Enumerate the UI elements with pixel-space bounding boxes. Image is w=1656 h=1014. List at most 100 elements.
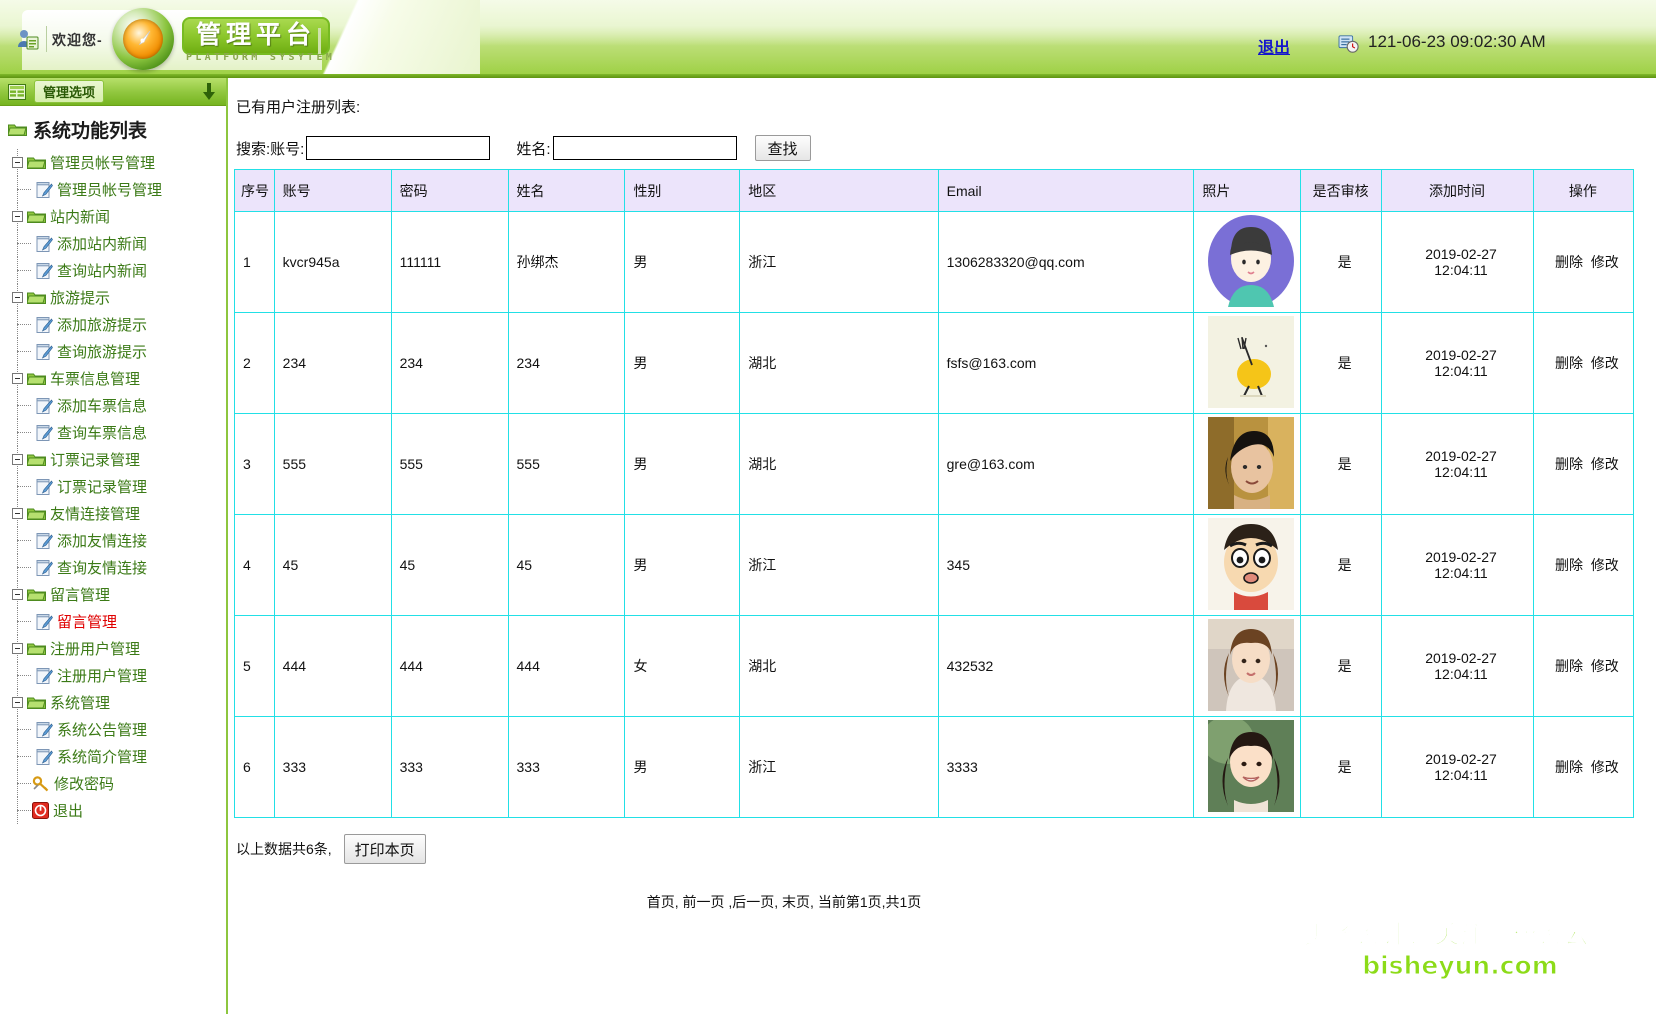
- delete-link[interactable]: 删除: [1555, 456, 1583, 472]
- sidebar-item-label[interactable]: 订票记录管理: [57, 476, 147, 497]
- edit-note-icon: [36, 721, 53, 738]
- added-date: 2019-02-27: [1425, 751, 1497, 767]
- sidebar-item-3-1[interactable]: 查询车票信息: [6, 419, 226, 446]
- expander-icon[interactable]: [12, 292, 23, 303]
- pagination[interactable]: 首页, 前一页 ,后一页, 末页, 当前第1页,共1页: [234, 892, 1334, 912]
- sidebar-group-label[interactable]: 管理员帐号管理: [50, 152, 155, 173]
- sidebar-item-label[interactable]: 系统简介管理: [57, 746, 147, 767]
- sidebar-item-8-0[interactable]: 系统公告管理: [6, 716, 226, 743]
- added-date: 2019-02-27: [1425, 448, 1497, 464]
- sidebar-group-1[interactable]: 站内新闻: [6, 203, 226, 230]
- sidebar-item-8-1[interactable]: 系统简介管理: [6, 743, 226, 770]
- sidebar-group-label[interactable]: 订票记录管理: [50, 449, 140, 470]
- sidebar-item-label[interactable]: 管理员帐号管理: [57, 179, 162, 200]
- added-date: 2019-02-27: [1425, 650, 1497, 666]
- sidebar-group-label[interactable]: 旅游提示: [50, 287, 110, 308]
- sidebar-group-6[interactable]: 留言管理: [6, 581, 226, 608]
- sidebar-group-7[interactable]: 注册用户管理: [6, 635, 226, 662]
- edit-link[interactable]: 修改: [1591, 456, 1619, 472]
- sidebar-item-5-0[interactable]: 添加友情连接: [6, 527, 226, 554]
- sidebar-item-label[interactable]: 添加旅游提示: [57, 314, 147, 335]
- folder-icon: [27, 454, 46, 466]
- edit-note-icon: [36, 397, 53, 414]
- sidebar-group-label[interactable]: 留言管理: [50, 584, 110, 605]
- delete-link[interactable]: 删除: [1555, 254, 1583, 270]
- search-submit-button[interactable]: 查找: [754, 135, 811, 161]
- tree-tick: [17, 810, 31, 811]
- avatar-smiling-woman: [1208, 719, 1295, 812]
- expander-icon[interactable]: [12, 454, 23, 465]
- delete-link[interactable]: 删除: [1555, 658, 1583, 674]
- sidebar-topbar: 管理选项: [0, 78, 226, 106]
- tree-tick: [17, 405, 31, 406]
- sidebar-group-label[interactable]: 系统管理: [50, 692, 110, 713]
- sidebar-footer-item-0[interactable]: 修改密码: [6, 770, 226, 797]
- sidebar-footer-item-label[interactable]: 退出: [53, 800, 83, 821]
- sidebar-item-label[interactable]: 添加友情连接: [57, 530, 147, 551]
- sidebar-item-label[interactable]: 留言管理: [57, 611, 117, 632]
- expander-icon[interactable]: [12, 589, 23, 600]
- delete-link[interactable]: 删除: [1555, 759, 1583, 775]
- cell-operations: 删除 修改: [1532, 514, 1635, 616]
- expander-icon[interactable]: [12, 211, 23, 222]
- sidebar-item-4-0[interactable]: 订票记录管理: [6, 473, 226, 500]
- sidebar-item-label[interactable]: 系统公告管理: [57, 719, 147, 740]
- expander-icon[interactable]: [12, 697, 23, 708]
- sidebar-item-6-0[interactable]: 留言管理: [6, 608, 226, 635]
- sidebar-item-7-0[interactable]: 注册用户管理: [6, 662, 226, 689]
- expander-icon[interactable]: [12, 508, 23, 519]
- print-page-button[interactable]: 打印本页: [343, 834, 426, 864]
- sidebar-item-5-1[interactable]: 查询友情连接: [6, 554, 226, 581]
- sidebar-item-label[interactable]: 查询站内新闻: [57, 260, 147, 281]
- sidebar-item-3-0[interactable]: 添加车票信息: [6, 392, 226, 419]
- col-header-op: 操作: [1532, 169, 1635, 212]
- search-name-input[interactable]: [552, 136, 737, 160]
- sidebar-item-label[interactable]: 查询友情连接: [57, 557, 147, 578]
- sidebar-group-0[interactable]: 管理员帐号管理: [6, 149, 226, 176]
- sidebar-group-8[interactable]: 系统管理: [6, 689, 226, 716]
- sidebar-item-0-0[interactable]: 管理员帐号管理: [6, 176, 226, 203]
- search-account-input[interactable]: [306, 136, 491, 160]
- cell-gender: 男: [624, 211, 741, 313]
- sidebar-item-label[interactable]: 添加车票信息: [57, 395, 147, 416]
- sidebar-item-label[interactable]: 查询车票信息: [57, 422, 147, 443]
- sidebar-group-label[interactable]: 站内新闻: [50, 206, 110, 227]
- cell-audited: 是: [1299, 615, 1383, 717]
- sidebar-item-2-1[interactable]: 查询旅游提示: [6, 338, 226, 365]
- table-header-row: 序号 账号 密码 姓名 性别 地区 Email 照片 是否审核 添加时间 操作: [234, 169, 1635, 212]
- cell-password: 333: [390, 716, 509, 818]
- delete-link[interactable]: 删除: [1555, 355, 1583, 371]
- sidebar-footer-item-1[interactable]: 退出: [6, 797, 226, 824]
- edit-link[interactable]: 修改: [1591, 658, 1619, 674]
- expander-icon[interactable]: [12, 643, 23, 654]
- sidebar-item-1-1[interactable]: 查询站内新闻: [6, 257, 226, 284]
- sidebar-group-3[interactable]: 车票信息管理: [6, 365, 226, 392]
- sidebar-item-label[interactable]: 添加站内新闻: [57, 233, 147, 254]
- sidebar-group-4[interactable]: 订票记录管理: [6, 446, 226, 473]
- expander-icon[interactable]: [12, 373, 23, 384]
- sidebar-item-2-0[interactable]: 添加旅游提示: [6, 311, 226, 338]
- sidebar-item-label[interactable]: 查询旅游提示: [57, 341, 147, 362]
- sidebar-group-label[interactable]: 友情连接管理: [50, 503, 140, 524]
- edit-link[interactable]: 修改: [1591, 254, 1619, 270]
- expander-icon[interactable]: [12, 157, 23, 168]
- delete-link[interactable]: 删除: [1555, 557, 1583, 573]
- col-header-region: 地区: [739, 169, 939, 212]
- sidebar-item-1-0[interactable]: 添加站内新闻: [6, 230, 226, 257]
- edit-link[interactable]: 修改: [1591, 557, 1619, 573]
- table-row: 1 kvcr945a 111111 孙绑杰男浙江 1306283320@qq.com 是 2…: [234, 211, 1635, 313]
- edit-link[interactable]: 修改: [1591, 355, 1619, 371]
- down-arrow-icon[interactable]: [202, 83, 216, 101]
- sidebar-group-5[interactable]: 友情连接管理: [6, 500, 226, 527]
- edit-link[interactable]: 修改: [1591, 759, 1619, 775]
- sidebar-group-2[interactable]: 旅游提示: [6, 284, 226, 311]
- cell-gender: 男: [624, 312, 741, 414]
- folder-icon: [27, 508, 46, 520]
- sidebar-item-label[interactable]: 注册用户管理: [57, 665, 147, 686]
- sidebar-footer-item-label[interactable]: 修改密码: [54, 773, 114, 794]
- sidebar-group-label[interactable]: 注册用户管理: [50, 638, 140, 659]
- sidebar-topbar-label[interactable]: 管理选项: [34, 80, 105, 103]
- sidebar-tree-title: 系统功能列表: [8, 116, 226, 143]
- sidebar-group-label[interactable]: 车票信息管理: [50, 368, 140, 389]
- header-logout-link[interactable]: 退出: [1258, 34, 1290, 58]
